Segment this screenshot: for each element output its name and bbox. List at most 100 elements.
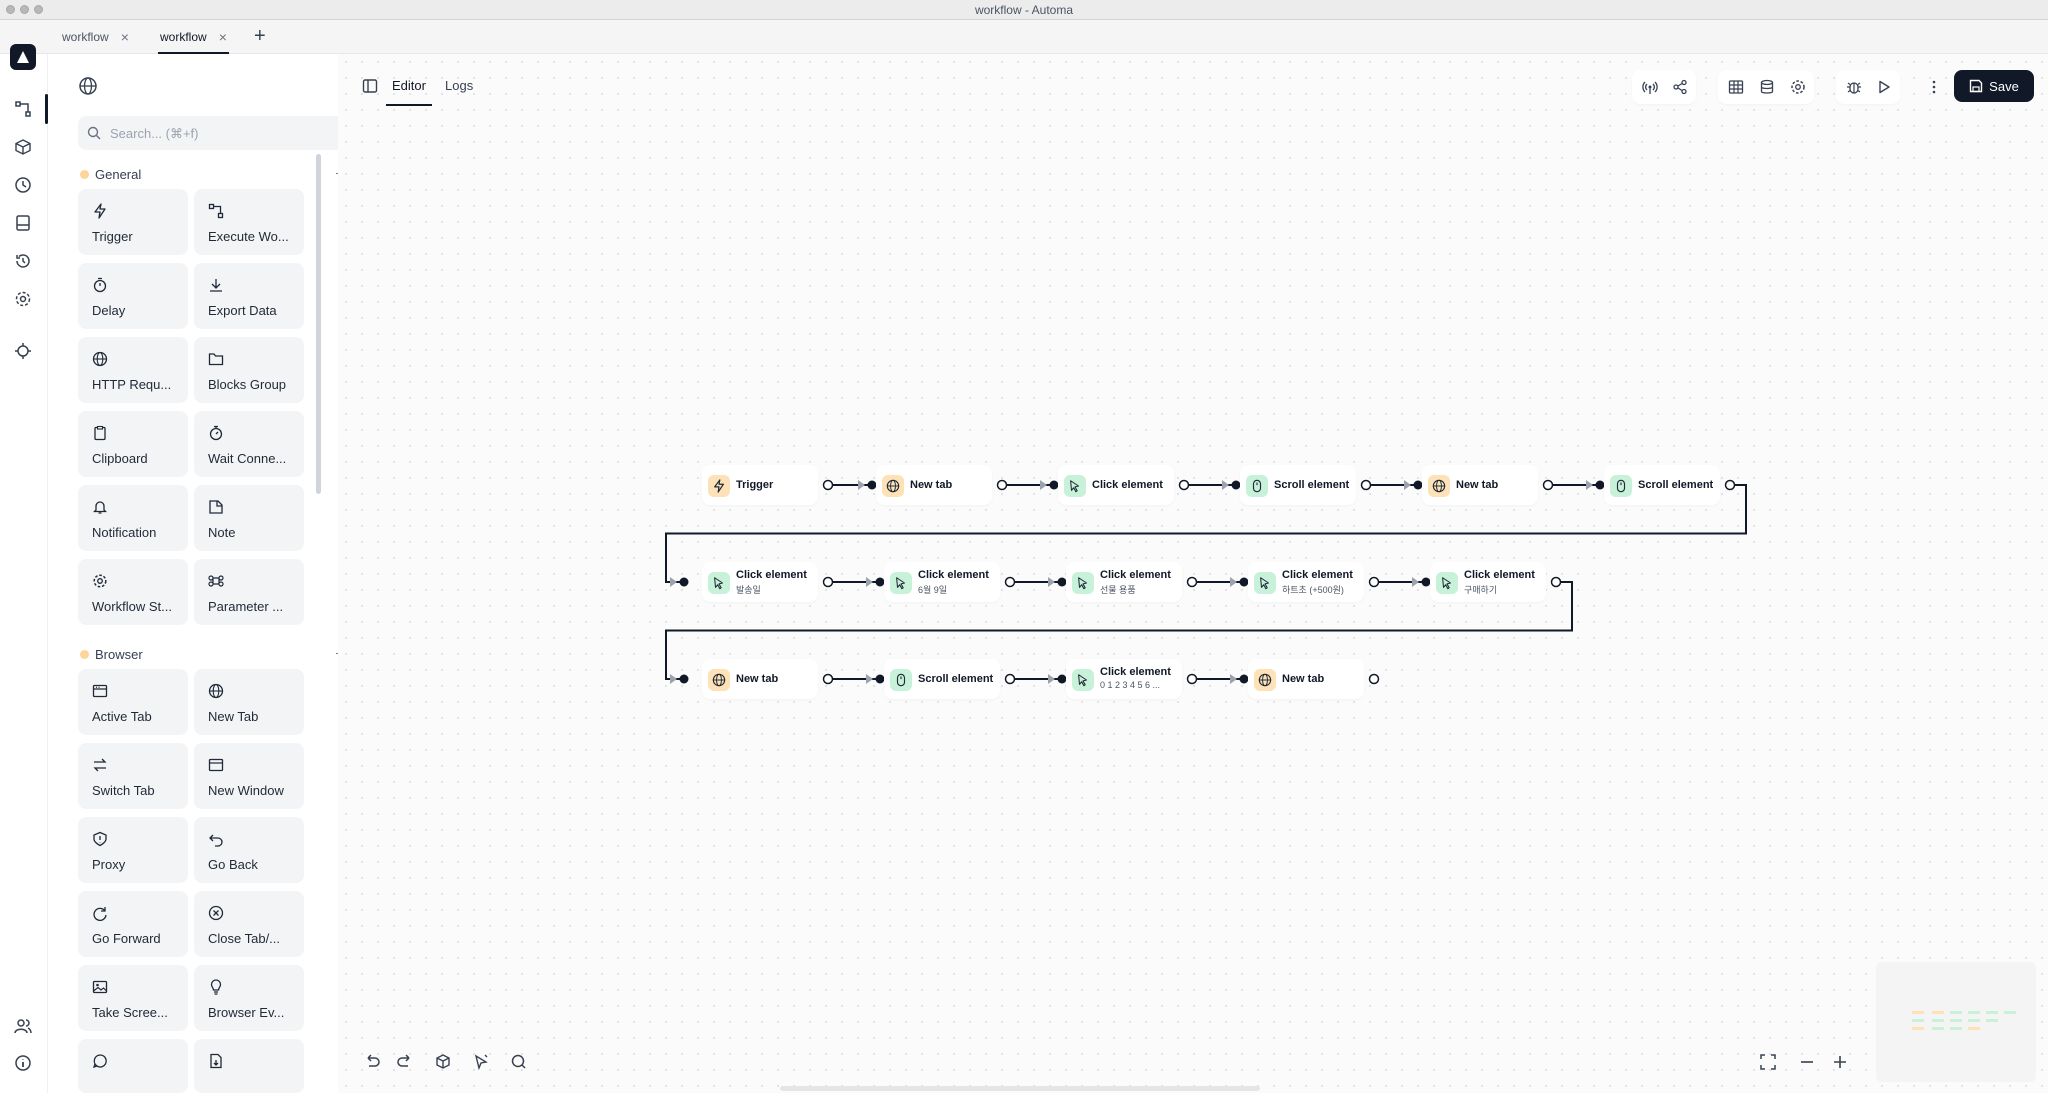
node-new-tab[interactable]: New tab <box>1422 465 1538 505</box>
block-new-tab[interactable]: New Tab <box>194 669 304 735</box>
category-browser-header[interactable]: Browser — <box>78 644 350 664</box>
block-search[interactable] <box>78 116 356 150</box>
workflow-settings-icon[interactable] <box>1790 79 1806 95</box>
block-label: New Window <box>208 783 284 798</box>
block-label: Export Data <box>208 303 277 318</box>
node-subtitle: 구매하기 <box>1464 585 1498 595</box>
automa-logo-icon[interactable] <box>10 44 36 70</box>
block-export-data[interactable]: Export Data <box>194 263 304 329</box>
more-options-icon[interactable] <box>1926 79 1942 95</box>
file-icon <box>210 1053 222 1069</box>
search-input[interactable] <box>110 116 346 150</box>
block-label: New Tab <box>208 709 259 724</box>
node-title: Scroll element <box>918 673 994 685</box>
close-tab-icon[interactable]: × <box>121 29 129 45</box>
schedule-icon[interactable] <box>14 176 32 194</box>
add-tab-button[interactable]: + <box>254 25 266 48</box>
sidebar-scrollbar[interactable] <box>316 154 321 494</box>
search-canvas-icon[interactable] <box>509 1052 529 1072</box>
history-icon[interactable] <box>14 252 32 270</box>
node-click-element[interactable]: Click element 0 1 2 3 4 5 6 ... <box>1066 659 1182 699</box>
block-proxy[interactable]: Proxy <box>78 817 188 883</box>
redo-icon[interactable] <box>395 1052 415 1072</box>
toggle-sidebar-icon[interactable] <box>362 78 378 94</box>
globe-icon <box>208 683 224 699</box>
node-title: New tab <box>1456 479 1499 491</box>
node-new-tab[interactable]: New tab <box>876 465 992 505</box>
node-new-tab[interactable]: New tab <box>702 659 818 699</box>
auto-arrange-icon[interactable] <box>471 1052 491 1072</box>
timer-icon <box>93 277 107 293</box>
close-tab-icon[interactable]: × <box>219 29 227 45</box>
node-click-element[interactable]: Click element 발송일 <box>702 562 818 602</box>
crosshair-icon[interactable] <box>14 342 32 360</box>
package-icon[interactable] <box>433 1052 453 1072</box>
block-parameter[interactable]: Parameter ... <box>194 559 304 625</box>
node-subtitle: 하트초 (+500원) <box>1282 585 1344 595</box>
share-icon[interactable] <box>1672 79 1688 95</box>
block-workflow-st[interactable]: Workflow St... <box>78 559 188 625</box>
node-new-tab[interactable]: New tab <box>1248 659 1364 699</box>
block-blocks-group[interactable]: Blocks Group <box>194 337 304 403</box>
block-delay[interactable]: Delay <box>78 263 188 329</box>
block-new-window[interactable]: New Window <box>194 743 304 809</box>
block-switch-tab[interactable]: Switch Tab <box>78 743 188 809</box>
node-scroll-element[interactable]: Scroll element <box>1240 465 1356 505</box>
tab-workflow-1[interactable]: workflow × <box>52 20 139 54</box>
users-icon[interactable] <box>14 1017 32 1035</box>
node-title: Click element <box>736 569 807 581</box>
node-trigger[interactable]: Trigger <box>702 465 818 505</box>
node-click-element[interactable]: Click element <box>1058 465 1174 505</box>
node-icon-badge <box>1072 572 1094 594</box>
block-go-back[interactable]: Go Back <box>194 817 304 883</box>
settings-gear-icon[interactable] <box>14 290 32 308</box>
fullscreen-icon[interactable] <box>1758 1052 1778 1072</box>
database-icon[interactable] <box>1759 79 1775 95</box>
zoom-out-icon[interactable] <box>1797 1052 1817 1072</box>
minimap[interactable] <box>1876 962 2036 1082</box>
node-scroll-element[interactable]: Scroll element <box>884 659 1000 699</box>
block-browser-ev[interactable]: Browser Ev... <box>194 965 304 1031</box>
window-icon <box>92 684 108 698</box>
block-clipboard[interactable]: Clipboard <box>78 411 188 477</box>
block-take-scree[interactable]: Take Scree... <box>78 965 188 1031</box>
broadcast-icon[interactable] <box>1642 79 1658 95</box>
cursor-icon <box>1070 480 1080 493</box>
node-title: Click element <box>1282 569 1353 581</box>
globe-icon[interactable] <box>78 76 98 96</box>
node-subtitle: 발송일 <box>736 585 761 595</box>
block-trigger[interactable]: Trigger <box>78 189 188 255</box>
node-subtitle: 0 1 2 3 4 5 6 ... <box>1100 680 1161 690</box>
save-button[interactable]: Save <box>1954 70 2034 102</box>
undo-icon[interactable] <box>362 1052 382 1072</box>
info-icon[interactable] <box>14 1054 32 1072</box>
block-notification[interactable]: Notification <box>78 485 188 551</box>
table-icon[interactable] <box>1728 79 1744 95</box>
tab-editor[interactable]: Editor <box>386 76 432 106</box>
node-scroll-element[interactable]: Scroll element <box>1604 465 1720 505</box>
workflow-canvas[interactable] <box>338 54 2048 1093</box>
category-general-header[interactable]: General — <box>78 164 350 184</box>
block-wait-conne[interactable]: Wait Conne... <box>194 411 304 477</box>
tab-logs[interactable]: Logs <box>445 76 473 106</box>
node-click-element[interactable]: Click element 6월 9일 <box>884 562 1000 602</box>
block-label: Workflow St... <box>92 599 172 614</box>
block-partial-chat[interactable] <box>78 1039 188 1093</box>
zoom-in-icon[interactable] <box>1830 1052 1850 1072</box>
block-close-tab[interactable]: Close Tab/... <box>194 891 304 957</box>
packages-icon[interactable] <box>14 138 32 156</box>
block-execute-wo[interactable]: Execute Wo... <box>194 189 304 255</box>
block-go-forward[interactable]: Go Forward <box>78 891 188 957</box>
node-click-element[interactable]: Click element 구매하기 <box>1430 562 1546 602</box>
node-click-element[interactable]: Click element 하트초 (+500원) <box>1248 562 1364 602</box>
workflows-icon[interactable] <box>14 100 32 118</box>
node-click-element[interactable]: Click element 선물 용품 <box>1066 562 1182 602</box>
tab-workflow-2[interactable]: workflow × <box>150 20 237 54</box>
block-partial-file[interactable] <box>194 1039 304 1093</box>
block-active-tab[interactable]: Active Tab <box>78 669 188 735</box>
block-note[interactable]: Note <box>194 485 304 551</box>
debug-icon[interactable] <box>1846 79 1862 95</box>
storage-icon[interactable] <box>14 214 32 232</box>
block-http-requ[interactable]: HTTP Requ... <box>78 337 188 403</box>
play-icon[interactable] <box>1876 79 1892 95</box>
